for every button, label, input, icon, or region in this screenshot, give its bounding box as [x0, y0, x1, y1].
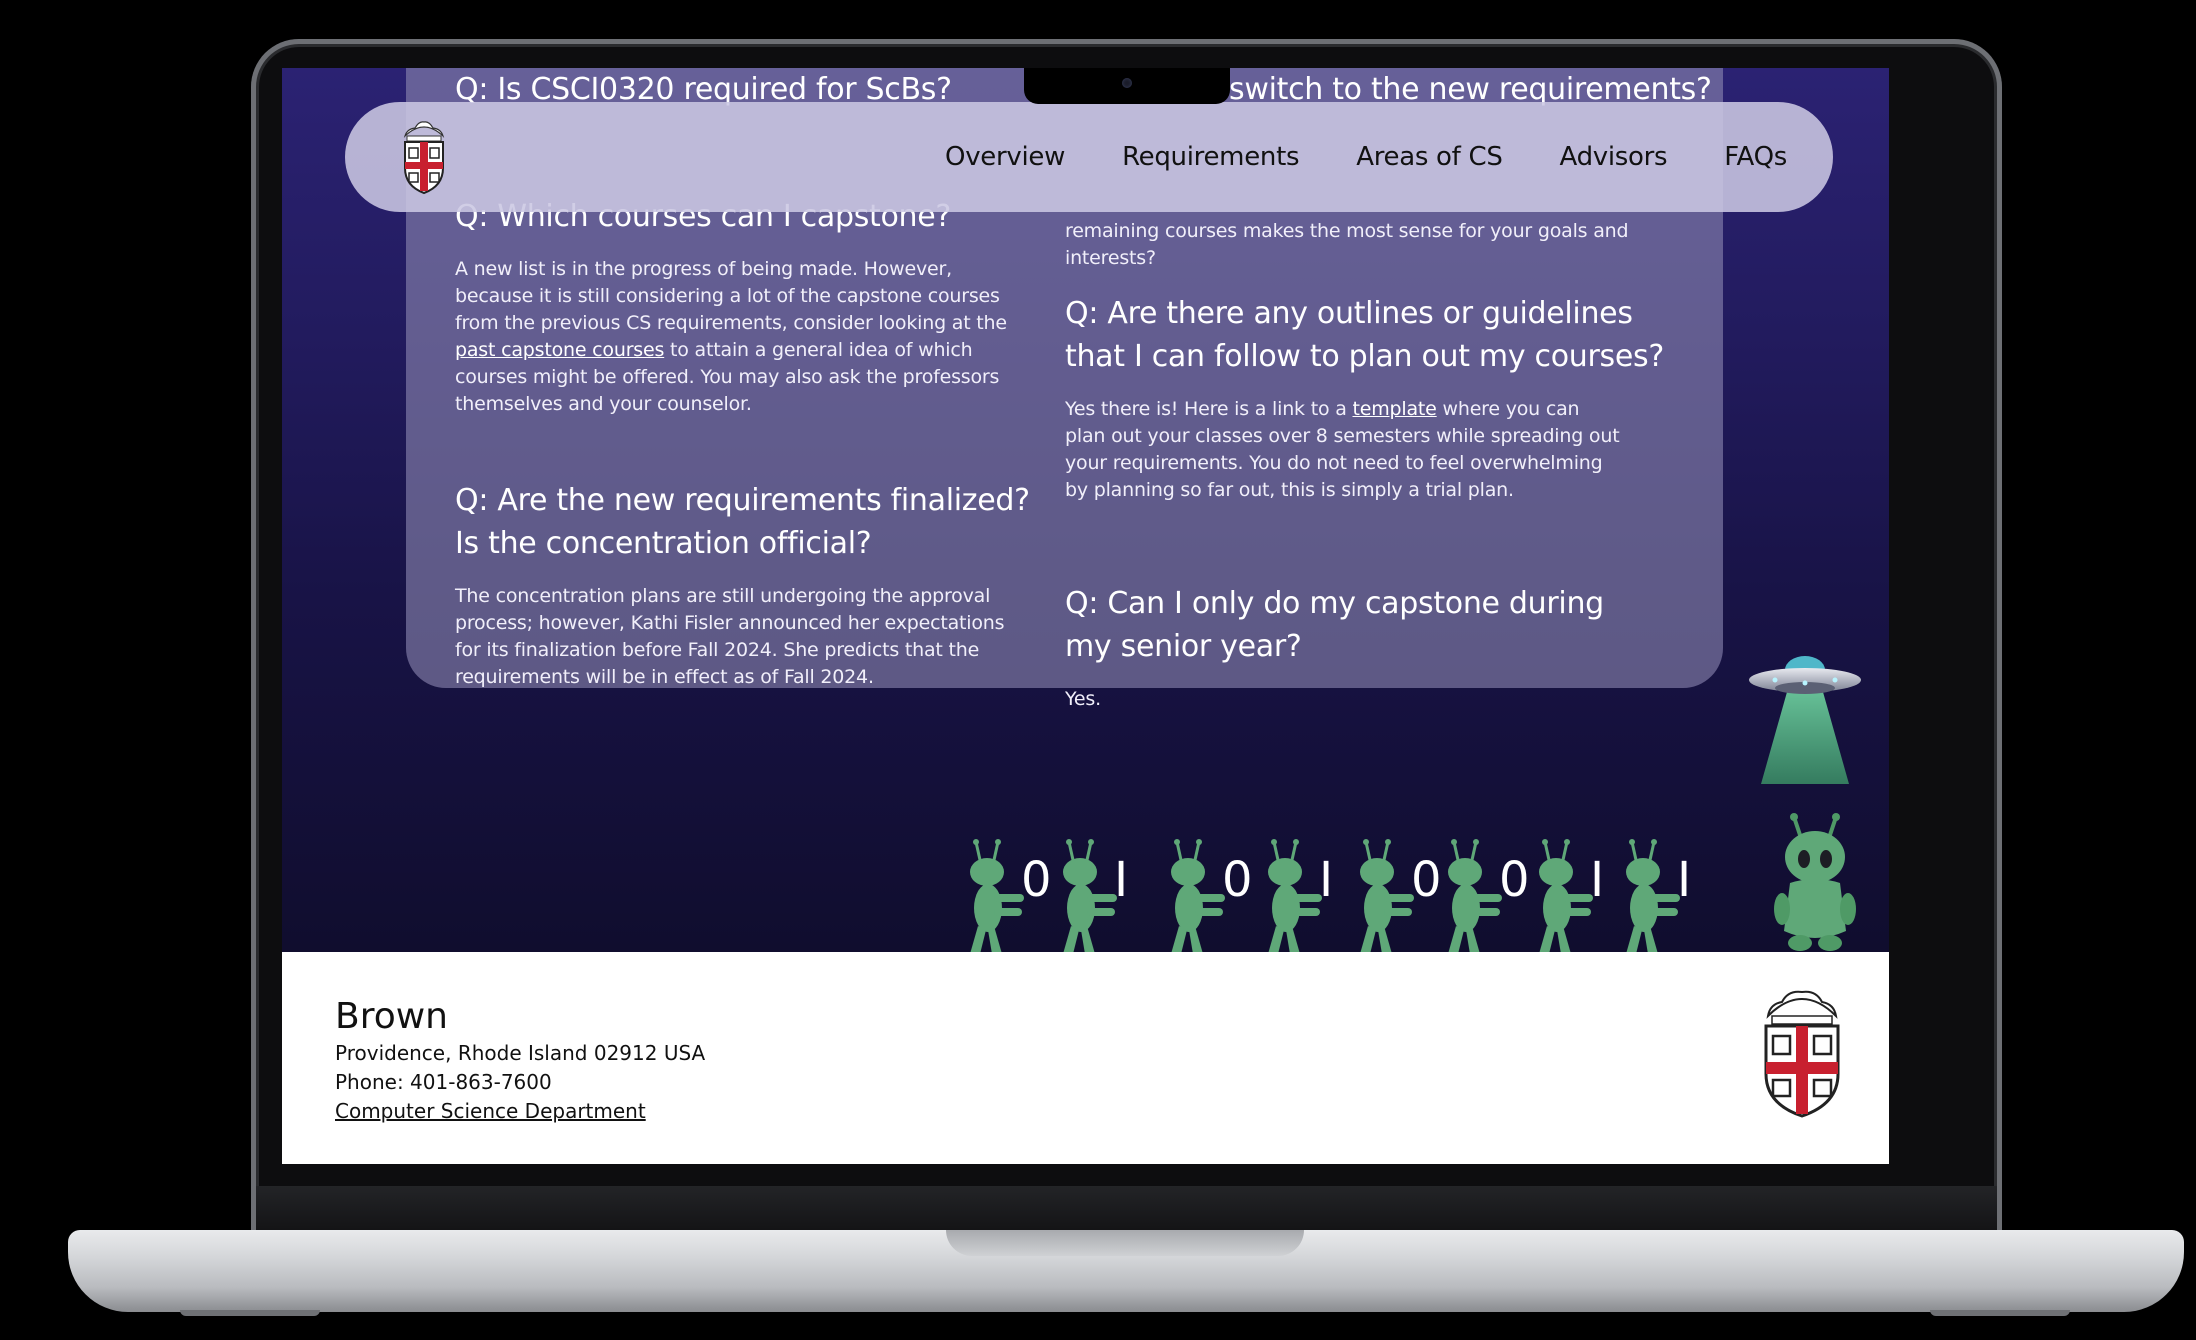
cs-department-link[interactable]: Computer Science Department [335, 1099, 646, 1123]
faq-item: remaining courses makes the most sense f… [1065, 218, 1645, 272]
faq-item: Q: Which courses can I capstone? A new l… [455, 195, 1015, 418]
faq-question: Q: Can I only do my capstone during my s… [1065, 586, 1604, 664]
faq-item: Q: Can I only do my capstone during my s… [1065, 582, 1625, 713]
faq-answer: A new list is in the progress of being m… [455, 256, 1015, 418]
nav-advisors[interactable]: Advisors [1560, 142, 1668, 172]
faq-answer: Yes there is! Here is a link to a templa… [1065, 396, 1625, 504]
faq-item: Q: Are the new requirements finalized? I… [455, 479, 1055, 691]
alien-plush-icon [1774, 813, 1856, 951]
binary-digit: 0 [1411, 852, 1442, 908]
laptop-foot [1930, 1310, 2070, 1316]
nav-requirements[interactable]: Requirements [1122, 142, 1299, 172]
camera-icon [1122, 78, 1132, 88]
faq-question: Q: Are the new requirements finalized? I… [455, 483, 1030, 561]
faq-answer: Yes. [1065, 688, 1101, 710]
faq-answer: remaining courses makes the most sense f… [1065, 220, 1629, 269]
footer-phone: Phone: 401-863-7600 [335, 1070, 552, 1094]
binary-digit: I [1677, 852, 1692, 908]
binary-digit: I [1590, 852, 1605, 908]
nav-overview[interactable]: Overview [945, 142, 1065, 172]
footer-link-line: Computer Science Department [335, 1099, 646, 1123]
nav-links: Overview Requirements Areas of CS Adviso… [945, 102, 1787, 212]
binary-digit: 0 [1021, 852, 1052, 908]
footer-title: Brown [335, 996, 448, 1037]
brown-seal-icon [1764, 990, 1840, 1118]
top-navbar: Overview Requirements Areas of CS Adviso… [345, 102, 1833, 212]
binary-digit: 0 [1222, 852, 1253, 908]
answer-text: Yes there is! Here is a link to a [1065, 398, 1353, 420]
template-link[interactable]: template [1353, 398, 1437, 420]
past-capstone-courses-link[interactable]: past capstone courses [455, 339, 664, 361]
ufo-icon [1749, 656, 1861, 784]
laptop-opening-notch [946, 1230, 1304, 1256]
nav-areas-of-cs[interactable]: Areas of CS [1356, 142, 1503, 172]
nav-faqs[interactable]: FAQs [1724, 142, 1787, 172]
faq-question: Q: Are there any outlines or guidelines … [1065, 296, 1664, 374]
laptop-foot [180, 1310, 320, 1316]
laptop-screen: Q: Is CSCI0320 required for ScBs? Q: Whi… [282, 68, 1889, 1164]
binary-digit: I [1114, 852, 1129, 908]
site-footer: Brown Providence, Rhode Island 02912 USA… [282, 952, 1889, 1164]
faq-item: Q: Are there any outlines or guidelines … [1065, 292, 1685, 504]
answer-text: A new list is in the progress of being m… [455, 258, 1007, 334]
laptop-bezel [256, 1186, 1997, 1230]
footer-address: Providence, Rhode Island 02912 USA [335, 1041, 706, 1065]
binary-digit: 0 [1499, 852, 1530, 908]
brown-seal-icon[interactable] [399, 116, 449, 196]
camera-notch [1024, 68, 1230, 104]
faq-answer: The concentration plans are still underg… [455, 585, 1005, 688]
binary-digit: I [1319, 852, 1334, 908]
